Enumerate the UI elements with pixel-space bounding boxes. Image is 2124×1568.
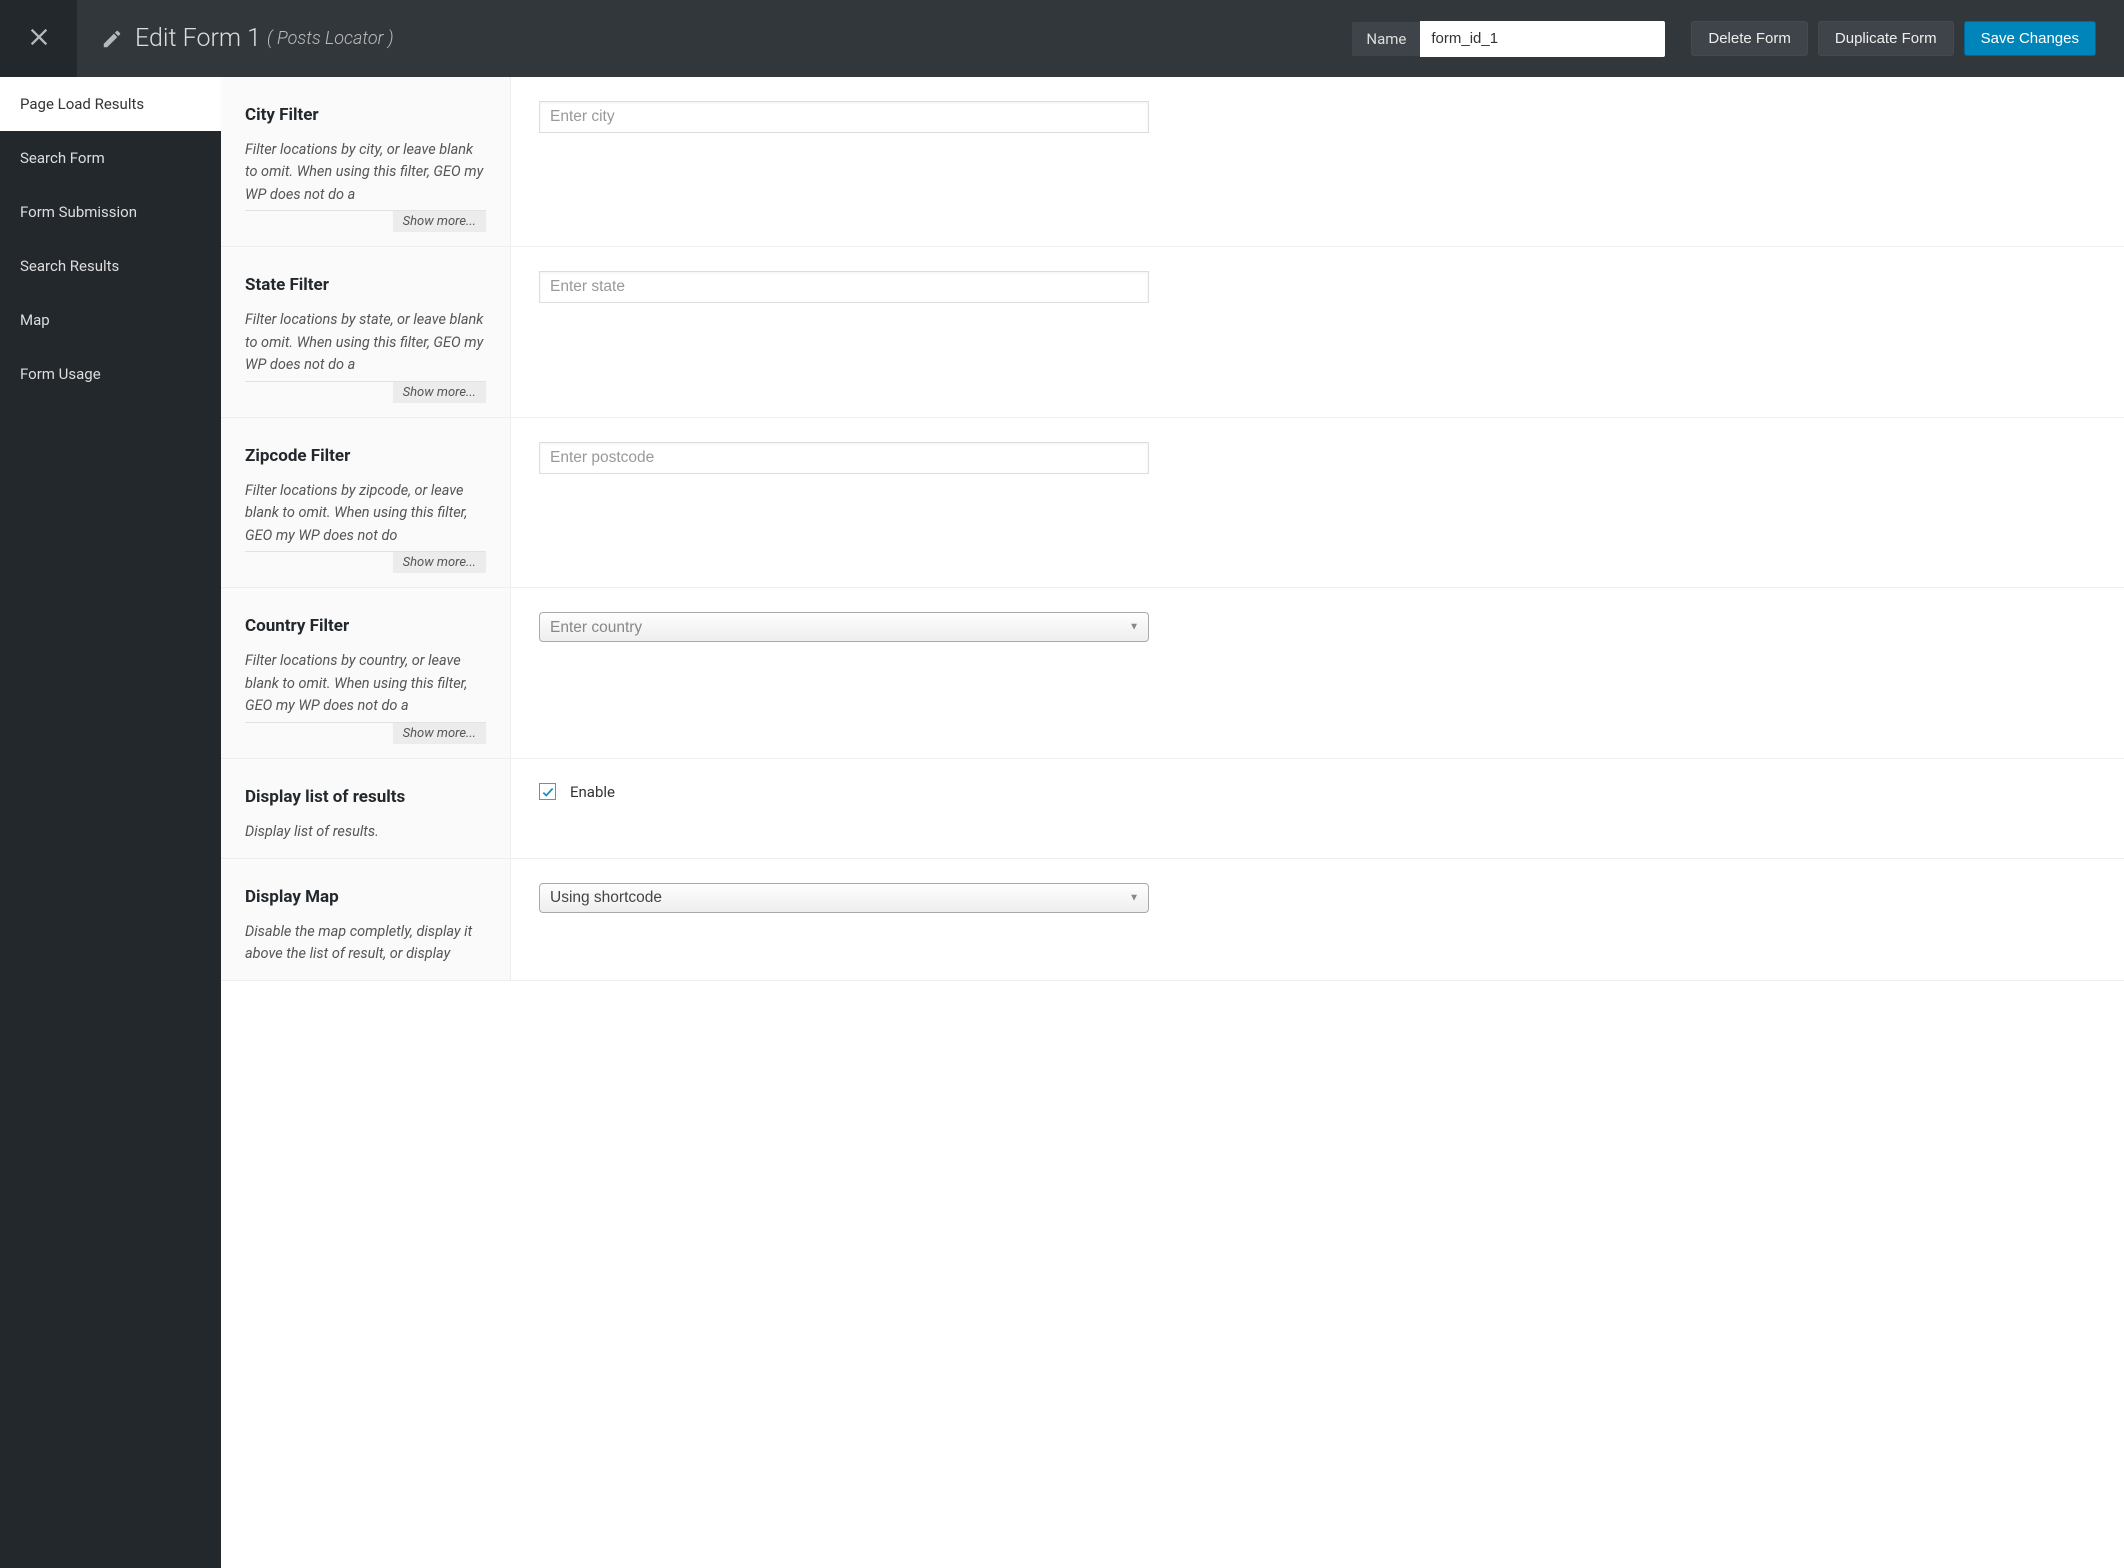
setting-desc: Filter locations by state, or leave blan… <box>245 309 486 376</box>
setting-city-filter: City Filter Filter locations by city, or… <box>221 77 2124 247</box>
setting-desc: Filter locations by zipcode, or leave bl… <box>245 480 486 547</box>
sidebar-item-search-form[interactable]: Search Form <box>0 131 221 185</box>
checkbox-label: Enable <box>570 783 615 801</box>
setting-desc: Filter locations by country, or leave bl… <box>245 650 486 717</box>
setting-display-results: Display list of results Display list of … <box>221 759 2124 859</box>
state-filter-input[interactable] <box>539 271 1149 303</box>
setting-display-map: Display Map Disable the map completly, d… <box>221 859 2124 981</box>
duplicate-form-button[interactable]: Duplicate Form <box>1818 21 1954 56</box>
sidebar-item-page-load-results[interactable]: Page Load Results <box>0 77 221 131</box>
setting-desc: Filter locations by city, or leave blank… <box>245 139 486 206</box>
sidebar-item-form-submission[interactable]: Form Submission <box>0 185 221 239</box>
page-title: Edit Form 1 <box>135 24 261 53</box>
show-more-link[interactable]: Show more... <box>393 723 486 744</box>
display-map-select[interactable]: Using shortcode <box>539 883 1149 913</box>
enable-results-checkbox[interactable] <box>539 783 556 800</box>
setting-title: Country Filter <box>245 616 486 636</box>
save-changes-button[interactable]: Save Changes <box>1964 21 2096 56</box>
show-more-link[interactable]: Show more... <box>393 211 486 232</box>
setting-desc: Display list of results. <box>245 821 486 843</box>
setting-zipcode-filter: Zipcode Filter Filter locations by zipco… <box>221 418 2124 588</box>
setting-desc: Disable the map completly, display it ab… <box>245 921 486 966</box>
city-filter-input[interactable] <box>539 101 1149 133</box>
form-name-input[interactable] <box>1420 21 1665 57</box>
sidebar-item-map[interactable]: Map <box>0 293 221 347</box>
country-filter-select[interactable]: Enter country <box>539 612 1149 642</box>
name-label: Name <box>1352 22 1420 56</box>
close-icon <box>25 23 53 55</box>
setting-title: Zipcode Filter <box>245 446 486 466</box>
close-button[interactable] <box>0 0 77 77</box>
sidebar-item-form-usage[interactable]: Form Usage <box>0 347 221 401</box>
delete-form-button[interactable]: Delete Form <box>1691 21 1808 56</box>
show-more-link[interactable]: Show more... <box>393 382 486 403</box>
settings-panel: City Filter Filter locations by city, or… <box>221 77 2124 1568</box>
sidebar-item-search-results[interactable]: Search Results <box>0 239 221 293</box>
setting-title: Display list of results <box>245 787 486 807</box>
page-subtitle: ( Posts Locator ) <box>267 28 394 49</box>
show-more-link[interactable]: Show more... <box>393 552 486 573</box>
setting-title: City Filter <box>245 105 486 125</box>
zipcode-filter-input[interactable] <box>539 442 1149 474</box>
sidebar: Page Load Results Search Form Form Submi… <box>0 77 221 1568</box>
check-icon <box>541 785 555 799</box>
setting-title: State Filter <box>245 275 486 295</box>
top-bar: Edit Form 1 ( Posts Locator ) Name Delet… <box>0 0 2124 77</box>
edit-icon <box>101 28 123 50</box>
setting-state-filter: State Filter Filter locations by state, … <box>221 247 2124 417</box>
setting-title: Display Map <box>245 887 486 907</box>
setting-country-filter: Country Filter Filter locations by count… <box>221 588 2124 758</box>
